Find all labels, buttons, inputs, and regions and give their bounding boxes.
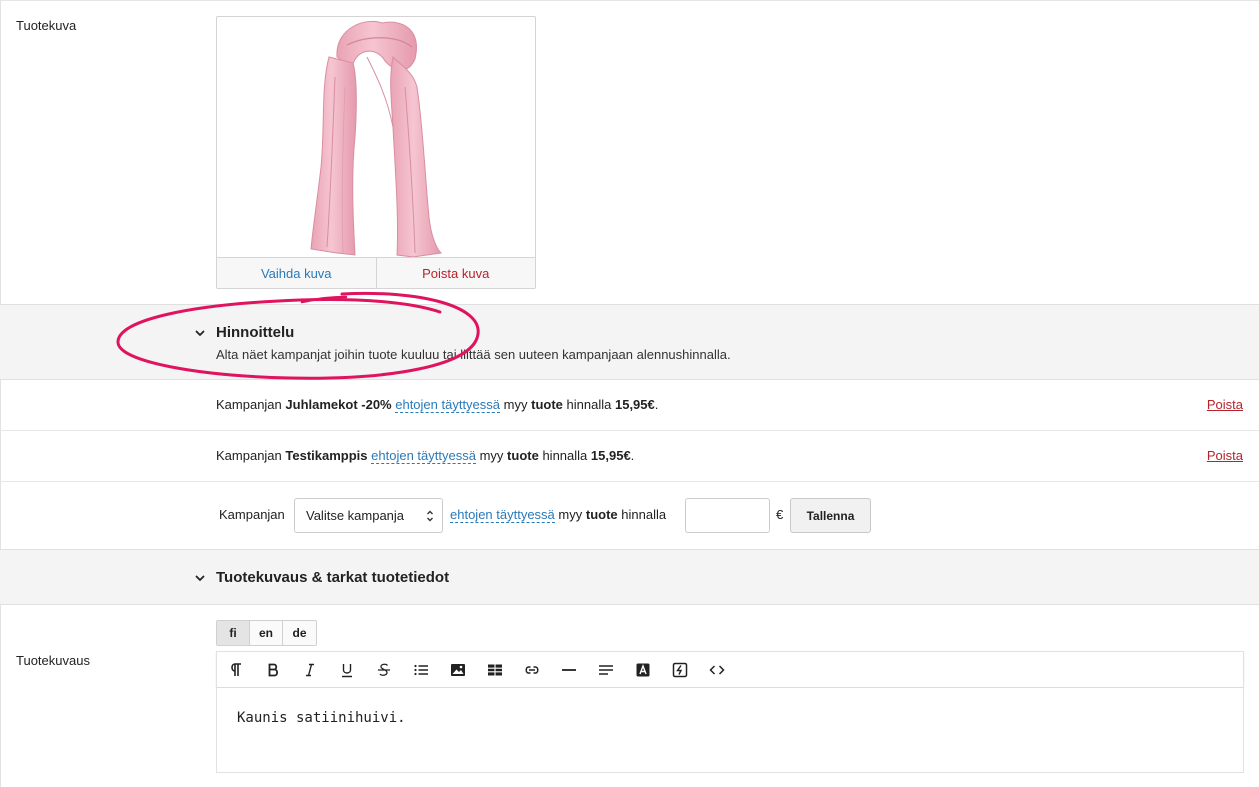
paragraph-icon[interactable] (217, 652, 254, 687)
code-icon[interactable] (698, 652, 735, 687)
link-icon[interactable] (513, 652, 550, 687)
description-title: Tuotekuvaus & tarkat tuotetiedot (216, 569, 450, 586)
underline-icon[interactable] (328, 652, 365, 687)
description-label: Tuotekuvaus (16, 653, 90, 668)
pricing-title: Hinnoittelu (216, 324, 295, 341)
new-campaign-text: ehtojen täyttyessä myy tuote hinnalla (450, 507, 667, 523)
period: . (654, 397, 659, 412)
campaign-price: 15,95€ (590, 448, 631, 463)
select-arrows-icon (427, 510, 433, 522)
description-section-header[interactable]: Tuotekuvaus & tarkat tuotetiedot (0, 549, 1259, 605)
clear-format-icon[interactable] (661, 652, 698, 687)
product-image-label: Tuotekuva (16, 18, 77, 33)
remove-campaign-button[interactable]: Poista (1207, 448, 1243, 463)
remove-campaign-button[interactable]: Poista (1207, 397, 1243, 412)
language-tab-de[interactable]: de (283, 621, 316, 645)
product-image (217, 17, 535, 258)
chevron-down-icon[interactable] (194, 327, 206, 339)
campaign-prefix: Kampanjan (216, 397, 282, 412)
change-image-button[interactable]: Vaihda kuva (217, 258, 377, 288)
font-color-icon[interactable] (624, 652, 661, 687)
scarf-image (310, 20, 443, 258)
new-campaign-mid2: hinnalla (621, 507, 667, 522)
new-campaign-product: tuote (585, 507, 618, 522)
campaign-select-value: Valitse kampanja (306, 508, 405, 523)
campaign-text: myy (503, 397, 528, 412)
campaign-text: hinnalla (542, 448, 588, 463)
pricing-description: Alta näet kampanjat joihin tuote kuuluu … (216, 347, 731, 362)
campaign-text: hinnalla (566, 397, 612, 412)
italic-icon[interactable] (291, 652, 328, 687)
campaign-row: Kampanjan Juhlamekot -20% ehtojen täytty… (0, 380, 1259, 431)
campaign-conditions-link[interactable]: ehtojen täyttyessä (395, 397, 501, 413)
campaign-conditions-link[interactable]: ehtojen täyttyessä (371, 448, 476, 464)
campaign-prefix: Kampanjan (216, 448, 282, 463)
currency-label: € (776, 507, 784, 522)
chevron-down-icon[interactable] (194, 572, 206, 584)
campaign-text: myy (479, 448, 504, 463)
horizontal-rule-icon[interactable] (550, 652, 587, 687)
editor-toolbar (216, 651, 1244, 688)
image-icon[interactable] (439, 652, 476, 687)
campaign-name: Juhlamekot -20% (285, 397, 392, 412)
table-icon[interactable] (476, 652, 513, 687)
period: . (630, 448, 635, 463)
language-tab-fi[interactable]: fi (217, 621, 250, 645)
campaign-row-text: Kampanjan Juhlamekot -20% ehtojen täytty… (216, 397, 659, 413)
strikethrough-icon[interactable] (365, 652, 402, 687)
campaign-product: tuote (507, 448, 539, 463)
top-divider (0, 0, 1259, 1)
description-editor[interactable]: Kaunis satiinihuivi. (216, 688, 1244, 773)
campaign-price: 15,95€ (614, 397, 655, 412)
campaign-price-input[interactable] (685, 498, 770, 533)
product-image-box: Vaihda kuva Poista kuva (216, 16, 536, 289)
pricing-section-header[interactable]: Hinnoittelu Alta näet kampanjat joihin t… (0, 304, 1259, 380)
campaign-row: Kampanjan Testikamppis ehtojen täyttyess… (0, 431, 1259, 482)
campaign-row-text: Kampanjan Testikamppis ehtojen täyttyess… (216, 448, 635, 464)
remove-image-button[interactable]: Poista kuva (377, 258, 536, 288)
save-campaign-button[interactable]: Tallenna (790, 498, 871, 533)
language-tabs: fi en de (216, 620, 317, 646)
new-campaign-conditions-link[interactable]: ehtojen täyttyessä (450, 507, 555, 523)
new-campaign-prefix: Kampanjan (219, 507, 285, 522)
new-campaign-mid: myy (558, 507, 583, 522)
align-icon[interactable] (587, 652, 624, 687)
editor-content[interactable]: Kaunis satiinihuivi. (237, 710, 406, 726)
campaign-select[interactable]: Valitse kampanja (294, 498, 443, 533)
bold-icon[interactable] (254, 652, 291, 687)
campaign-product: tuote (531, 397, 563, 412)
campaign-name: Testikamppis (285, 448, 368, 463)
language-tab-en[interactable]: en (250, 621, 283, 645)
list-icon[interactable] (402, 652, 439, 687)
